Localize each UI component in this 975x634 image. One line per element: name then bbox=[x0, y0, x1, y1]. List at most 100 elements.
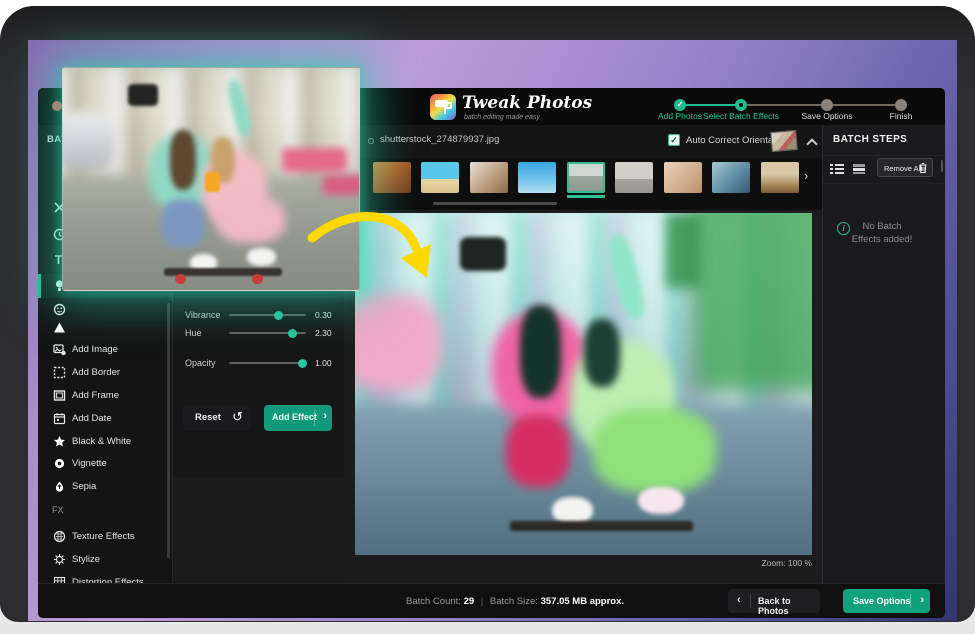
effect-panel-lower-area bbox=[173, 477, 344, 583]
remove-all-label: Remove All bbox=[884, 164, 922, 173]
chevron-up-icon[interactable] bbox=[806, 138, 817, 149]
filmstrip-thumbnail-9[interactable] bbox=[761, 162, 799, 193]
trash-icon bbox=[919, 163, 927, 173]
batch-count-value: 29 bbox=[464, 596, 475, 607]
sidebar-item-stylize[interactable]: Stylize bbox=[38, 548, 172, 571]
batch-steps-scrollbar[interactable] bbox=[941, 160, 943, 172]
add-border-icon bbox=[52, 365, 66, 379]
app-title: Tweak Photos bbox=[462, 93, 592, 113]
button-divider bbox=[910, 594, 911, 608]
steps-progress-line-done bbox=[680, 104, 741, 106]
sidebar-item-label: Add Border bbox=[72, 367, 120, 378]
sidebar-item-add-frame[interactable]: Add Frame bbox=[38, 384, 172, 407]
sidebar-scrollbar[interactable] bbox=[167, 303, 170, 558]
current-filename: shutterstock_274879937.jpg bbox=[380, 134, 499, 145]
button-divider bbox=[314, 410, 315, 426]
back-to-photos-button[interactable]: ‹ Back to Photos bbox=[728, 589, 820, 613]
zoom-level-label: Zoom: 100 % bbox=[722, 558, 812, 568]
step-label-select-batch-effects[interactable]: Select Batch Effects bbox=[703, 111, 779, 121]
step-label-add-photos[interactable]: Add Photos bbox=[658, 111, 702, 121]
empty-batch-message: No Batch Effects added! bbox=[848, 220, 916, 246]
sidebar-item-add-date[interactable]: Add Date bbox=[38, 407, 172, 430]
window-close-button[interactable] bbox=[52, 101, 62, 111]
step-dot-save-options[interactable] bbox=[821, 99, 833, 111]
filmstrip-thumbnail-8[interactable] bbox=[712, 162, 750, 193]
sidebar-item-sepia[interactable]: Sepia bbox=[38, 475, 172, 498]
sidebar-item-label: Sepia bbox=[72, 481, 96, 492]
filmstrip-thumbnail-2[interactable] bbox=[421, 162, 459, 193]
file-status-icon bbox=[368, 138, 374, 144]
undo-icon: ↺ bbox=[232, 409, 243, 425]
sidebar-item-label: Black & White bbox=[72, 436, 131, 447]
batch-steps-panel bbox=[822, 125, 945, 583]
filmstrip-next-icon[interactable]: › bbox=[804, 168, 808, 183]
texture-effects-icon bbox=[52, 529, 66, 543]
sidebar-item-black-white[interactable]: Black & White bbox=[38, 430, 172, 453]
opacity-slider[interactable] bbox=[229, 362, 306, 364]
back-to-photos-label: Back to Photos bbox=[758, 596, 820, 616]
sidebar-item-texture-effects[interactable]: Texture Effects bbox=[38, 525, 172, 548]
slider-label-vibrance: Vibrance bbox=[185, 310, 220, 320]
slider-value-opacity: 1.00 bbox=[315, 358, 332, 368]
sidebar-item-add-border[interactable]: Add Border bbox=[38, 361, 172, 384]
filmstrip-thumbnail-4[interactable] bbox=[518, 162, 556, 193]
filmstrip-scrollbar[interactable] bbox=[433, 202, 557, 205]
sepia-icon bbox=[52, 479, 66, 493]
slider-label-opacity: Opacity bbox=[185, 358, 216, 368]
filmstrip-thumbnail-6[interactable] bbox=[615, 162, 653, 193]
reset-button[interactable]: Reset ↺ bbox=[183, 405, 250, 431]
check-icon: ✓ bbox=[677, 101, 684, 109]
list-view-icon[interactable] bbox=[830, 162, 844, 174]
slider-label-hue: Hue bbox=[185, 328, 202, 338]
add-effect-button[interactable]: Add Effect › bbox=[264, 405, 332, 431]
step-label-finish[interactable]: Finish bbox=[890, 111, 913, 121]
hue-slider[interactable] bbox=[229, 332, 306, 334]
button-divider bbox=[750, 594, 751, 608]
hue-slider-knob[interactable] bbox=[288, 329, 297, 338]
yellow-arrow-annotation bbox=[300, 206, 450, 298]
filmstrip-thumbnail-5-selected[interactable] bbox=[567, 162, 605, 193]
filmstrip-thumbnail-3[interactable] bbox=[470, 162, 508, 193]
vignette-icon bbox=[52, 456, 66, 470]
footer-bar: Batch Count: 29 | Batch Size: 357.05 MB … bbox=[38, 583, 945, 618]
panel-divider bbox=[823, 183, 945, 184]
add-image-icon bbox=[52, 342, 66, 356]
step-dot-add-photos[interactable]: ✓ bbox=[674, 99, 686, 111]
add-date-icon bbox=[52, 411, 66, 425]
sidebar-item-add-image[interactable]: Add Image bbox=[38, 338, 172, 361]
vibrance-slider[interactable] bbox=[229, 314, 306, 316]
stacked-view-icon[interactable] bbox=[852, 162, 866, 174]
sidebar-item-vignette[interactable]: Vignette bbox=[38, 452, 172, 475]
remove-all-button[interactable]: Remove All bbox=[877, 158, 933, 177]
opacity-slider-knob[interactable] bbox=[298, 359, 307, 368]
vibrance-slider-knob[interactable] bbox=[274, 311, 283, 320]
sidebar-item-hidden-6[interactable] bbox=[38, 316, 172, 339]
sidebar-item-label: Stylize bbox=[72, 554, 100, 565]
sidebar-item-label: Add Image bbox=[72, 344, 118, 355]
save-options-button[interactable]: Save Options › bbox=[843, 589, 930, 613]
save-options-label: Save Options bbox=[853, 596, 911, 606]
fx-section-label: FX bbox=[52, 505, 64, 515]
panel-divider bbox=[823, 155, 945, 156]
sidebar-item-label: Add Date bbox=[72, 413, 112, 424]
stylize-icon bbox=[52, 552, 66, 566]
selected-thumbnail-indicator bbox=[567, 195, 605, 198]
step-label-save-options[interactable]: Save Options bbox=[801, 111, 852, 121]
separator: | bbox=[477, 596, 487, 607]
slider-value-hue: 2.30 bbox=[315, 328, 332, 338]
step-dot-finish[interactable] bbox=[895, 99, 907, 111]
chevron-right-icon: › bbox=[323, 410, 327, 422]
batch-size-value: 357.05 MB approx. bbox=[541, 596, 624, 607]
black-white-icon bbox=[52, 434, 66, 448]
reset-button-label: Reset bbox=[195, 412, 221, 423]
watermark-icon bbox=[52, 320, 66, 334]
filmstrip-thumbnail-7[interactable] bbox=[664, 162, 702, 193]
batch-count-label: Batch Count: bbox=[406, 596, 461, 607]
add-frame-icon bbox=[52, 388, 66, 402]
smiley-icon bbox=[52, 302, 66, 316]
filmstrip-thumbnail-1[interactable] bbox=[373, 162, 411, 193]
auto-correct-checkbox[interactable]: ✓ bbox=[668, 134, 680, 146]
orientation-preview-thumbnail bbox=[770, 130, 798, 152]
batch-size-label: Batch Size: bbox=[490, 596, 538, 607]
step-dot-select-batch-effects[interactable] bbox=[735, 99, 747, 111]
